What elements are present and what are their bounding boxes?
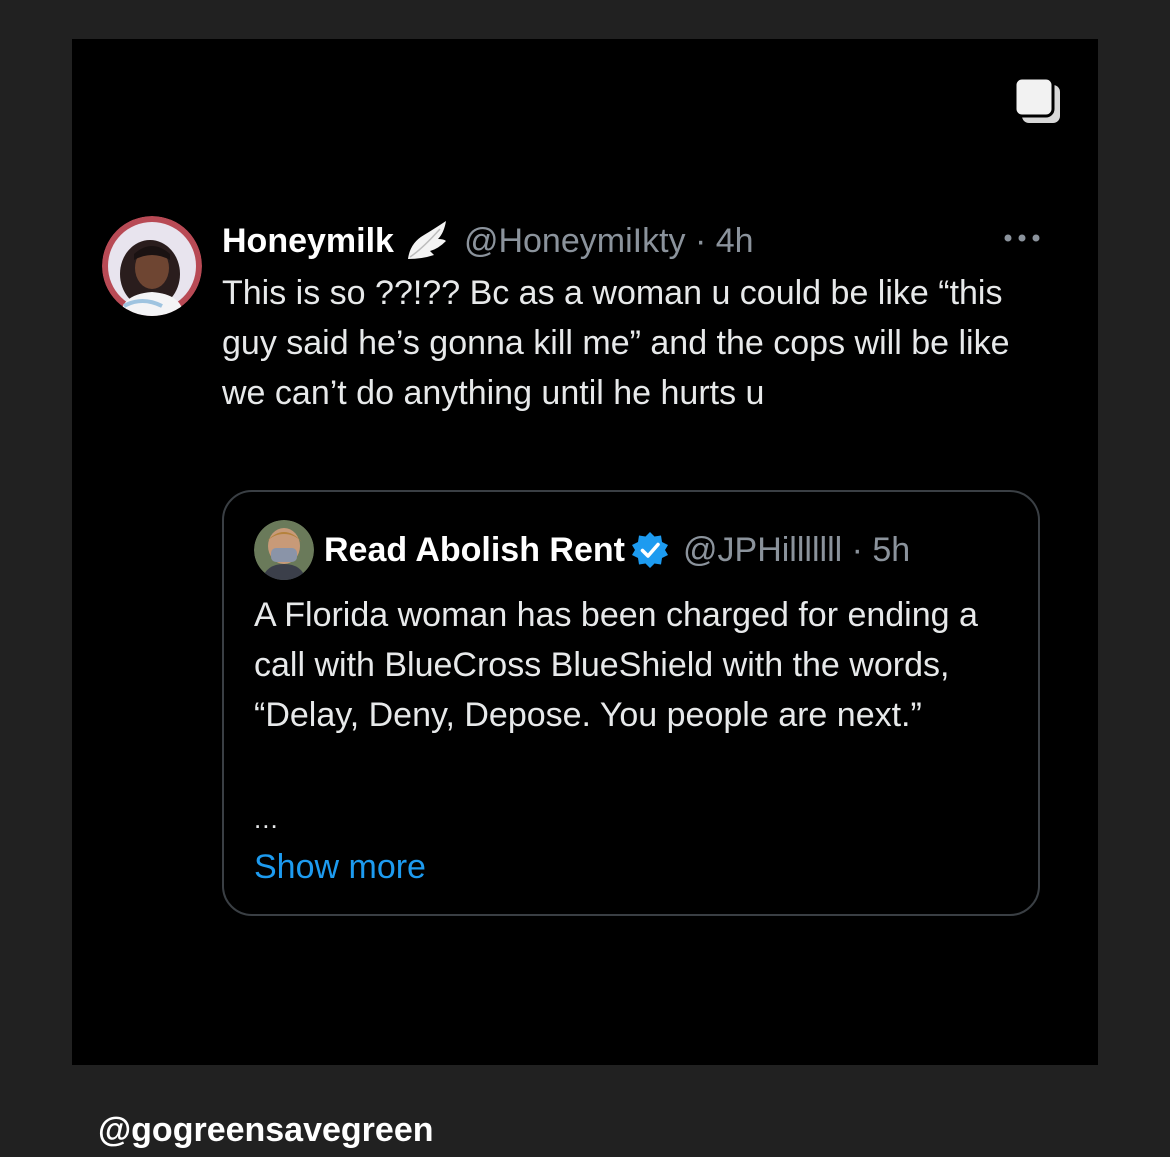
author-handle-time[interactable]: @HoneymiIkty · 4h xyxy=(464,222,754,261)
show-more-link[interactable]: Show more xyxy=(254,842,426,892)
truncation-ellipsis: ... xyxy=(254,804,279,834)
quoted-author-name[interactable]: Read Abolish Rent xyxy=(324,531,625,570)
author-name[interactable]: Honeymilk xyxy=(222,222,394,261)
more-dots-icon[interactable] xyxy=(1002,228,1042,248)
avatar[interactable] xyxy=(102,216,202,316)
quoted-tweet[interactable]: Read Abolish Rent @JPHilllllll · 5h A Fl… xyxy=(222,490,1040,916)
tweet-body: Honeymilk @HoneymiIkty · 4h This is so ?… xyxy=(222,216,1042,418)
quoted-author-handle-time[interactable]: @JPHilllllll · 5h xyxy=(683,531,910,570)
caption-handle[interactable]: @gogreensavegreen xyxy=(98,1106,434,1154)
tweet-text: This is so ??!?? Bc as a woman u could b… xyxy=(222,274,1010,412)
post-image: Honeymilk @HoneymiIkty · 4h This is so ?… xyxy=(72,39,1098,1065)
quoted-avatar[interactable] xyxy=(254,520,314,580)
tweet-header: Honeymilk @HoneymiIkty · 4h xyxy=(222,216,1042,266)
quoted-tweet-header: Read Abolish Rent @JPHilllllll · 5h xyxy=(254,520,910,580)
quoted-tweet-text: A Florida woman has been charged for end… xyxy=(254,596,978,734)
stacked-squares-icon[interactable] xyxy=(1012,75,1064,127)
verified-badge-icon xyxy=(632,532,668,568)
wing-icon xyxy=(407,221,446,259)
